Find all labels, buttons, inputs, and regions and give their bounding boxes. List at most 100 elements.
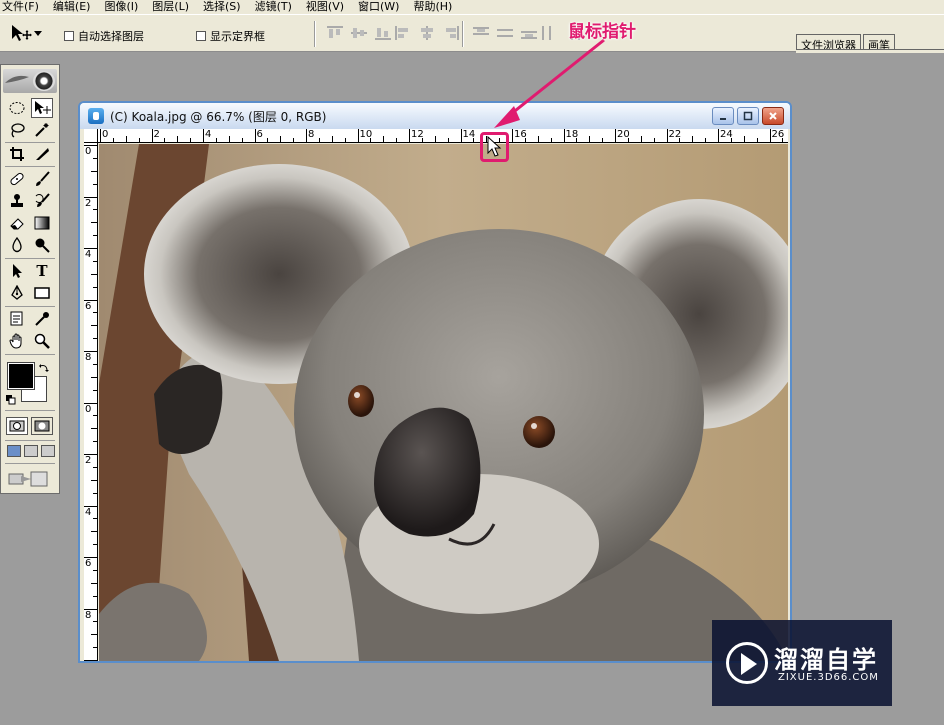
menu-filter[interactable]: 滤镜(T) bbox=[255, 0, 292, 14]
zoom-tool[interactable] bbox=[31, 331, 53, 351]
marquee-tool[interactable] bbox=[6, 98, 28, 118]
koala-photo bbox=[99, 144, 788, 661]
notes-tool[interactable] bbox=[6, 309, 28, 329]
ruler-tick bbox=[344, 138, 346, 142]
hand-tool[interactable] bbox=[6, 331, 28, 351]
h-ruler-label: 0 bbox=[102, 129, 109, 140]
shape-tool[interactable] bbox=[31, 283, 53, 303]
move-tool[interactable] bbox=[31, 98, 53, 118]
auto-select-layer-checkbox[interactable] bbox=[64, 31, 74, 41]
h-ruler-label: 2 bbox=[153, 129, 160, 140]
document-canvas[interactable] bbox=[99, 144, 788, 661]
align-horizontal-center-icon[interactable] bbox=[418, 25, 436, 41]
align-vertical-center-icon[interactable] bbox=[350, 25, 368, 41]
minimize-button[interactable] bbox=[712, 107, 734, 125]
ruler-tick bbox=[705, 138, 707, 142]
ruler-tick bbox=[93, 544, 97, 546]
align-top-icon[interactable] bbox=[326, 25, 344, 41]
distribute-left-icon[interactable] bbox=[540, 25, 558, 41]
maximize-button[interactable] bbox=[737, 107, 759, 125]
align-left-icon[interactable] bbox=[394, 25, 412, 41]
magic-wand-tool[interactable] bbox=[31, 120, 53, 140]
quick-mask-mode-button[interactable] bbox=[31, 417, 53, 435]
ruler-tick bbox=[434, 136, 436, 142]
type-tool[interactable]: T bbox=[31, 261, 53, 281]
ruler-tick bbox=[718, 129, 719, 142]
close-button[interactable] bbox=[762, 107, 784, 125]
v-ruler-label: 0 bbox=[85, 403, 92, 415]
align-right-icon[interactable] bbox=[442, 25, 460, 41]
dodge-tool[interactable] bbox=[31, 235, 53, 255]
full-screen-mode-button[interactable] bbox=[41, 445, 55, 457]
brush-tool[interactable] bbox=[31, 169, 53, 189]
toolbox-header[interactable] bbox=[3, 69, 57, 93]
crop-tool-icon bbox=[10, 147, 24, 161]
h-ruler-label: 4 bbox=[205, 129, 212, 140]
ruler-tick bbox=[267, 138, 269, 142]
menu-help[interactable]: 帮助(H) bbox=[413, 0, 452, 14]
align-buttons bbox=[326, 25, 392, 41]
default-colors-icon[interactable] bbox=[6, 395, 16, 405]
blur-tool-icon bbox=[12, 237, 22, 253]
toolbox-divider bbox=[5, 258, 55, 259]
clone-stamp-tool[interactable] bbox=[6, 191, 28, 211]
menu-image[interactable]: 图像(I) bbox=[104, 0, 138, 14]
swap-colors-icon[interactable] bbox=[39, 363, 49, 373]
menu-file[interactable]: 文件(F) bbox=[2, 0, 39, 14]
eyedropper-tool[interactable] bbox=[31, 309, 53, 329]
history-brush-tool[interactable] bbox=[31, 191, 53, 211]
slice-tool[interactable] bbox=[31, 144, 53, 164]
gradient-tool-icon bbox=[34, 216, 50, 230]
distribute-bottom-icon[interactable] bbox=[520, 25, 538, 41]
jump-to-imageready-icon[interactable] bbox=[7, 470, 51, 488]
full-screen-menu-mode-button[interactable] bbox=[24, 445, 38, 457]
show-bounding-box-option[interactable]: 显示定界框 bbox=[196, 28, 265, 44]
auto-select-layer-option[interactable]: 自动选择图层 bbox=[64, 28, 144, 44]
toolbox-divider bbox=[5, 410, 55, 411]
document-titlebar[interactable]: (C) Koala.jpg @ 66.7% (图层 0, RGB) bbox=[80, 103, 790, 129]
ruler-tick bbox=[563, 129, 565, 142]
show-bounding-box-checkbox[interactable] bbox=[196, 31, 206, 41]
standard-screen-mode-button[interactable] bbox=[7, 445, 21, 457]
ruler-tick bbox=[293, 138, 295, 142]
v-ruler-label: 0 bbox=[85, 146, 92, 157]
ruler-tick bbox=[280, 136, 282, 142]
menu-select[interactable]: 选择(S) bbox=[203, 0, 241, 14]
ruler-tick bbox=[151, 129, 153, 142]
pen-tool[interactable] bbox=[6, 283, 28, 303]
menu-edit[interactable]: 编辑(E) bbox=[53, 0, 91, 14]
crop-tool[interactable] bbox=[6, 144, 28, 164]
ruler-tick bbox=[91, 222, 97, 224]
eraser-tool[interactable] bbox=[6, 213, 28, 233]
distribute-top-icon[interactable] bbox=[472, 25, 490, 41]
ruler-tick bbox=[91, 273, 97, 275]
blur-tool[interactable] bbox=[6, 235, 28, 255]
close-icon bbox=[769, 112, 777, 120]
align-bottom-icon[interactable] bbox=[374, 25, 392, 41]
menu-window[interactable]: 窗口(W) bbox=[358, 0, 399, 14]
ruler-origin[interactable] bbox=[84, 129, 98, 143]
foreground-color-swatch[interactable] bbox=[7, 362, 35, 390]
healing-brush-tool[interactable] bbox=[6, 169, 28, 189]
mouse-pointer-icon bbox=[487, 136, 502, 157]
vertical-ruler[interactable]: 02468024682 bbox=[84, 143, 98, 661]
menu-layer[interactable]: 图层(L) bbox=[152, 0, 189, 14]
ruler-tick bbox=[93, 260, 97, 262]
ruler-tick bbox=[93, 338, 97, 340]
gradient-tool[interactable] bbox=[31, 213, 53, 233]
ruler-tick bbox=[93, 389, 97, 391]
ruler-tick bbox=[91, 531, 97, 533]
lasso-tool[interactable] bbox=[6, 120, 28, 140]
tool-preset-picker[interactable] bbox=[8, 22, 48, 46]
ruler-tick bbox=[357, 129, 359, 142]
eraser-tool-icon bbox=[10, 218, 24, 230]
options-divider bbox=[462, 21, 464, 47]
menu-view[interactable]: 视图(V) bbox=[306, 0, 344, 14]
standard-mode-button[interactable] bbox=[6, 417, 28, 435]
ruler-tick bbox=[93, 312, 97, 314]
horizontal-ruler[interactable]: 0 2 4 6 8 10 12 14 16 18 20 22 24 26 bbox=[98, 129, 788, 143]
align-horizontal-buttons bbox=[394, 25, 460, 41]
v-ruler-label: 6 bbox=[85, 300, 92, 312]
distribute-vertical-center-icon[interactable] bbox=[496, 25, 514, 41]
path-selection-tool[interactable] bbox=[6, 261, 28, 281]
